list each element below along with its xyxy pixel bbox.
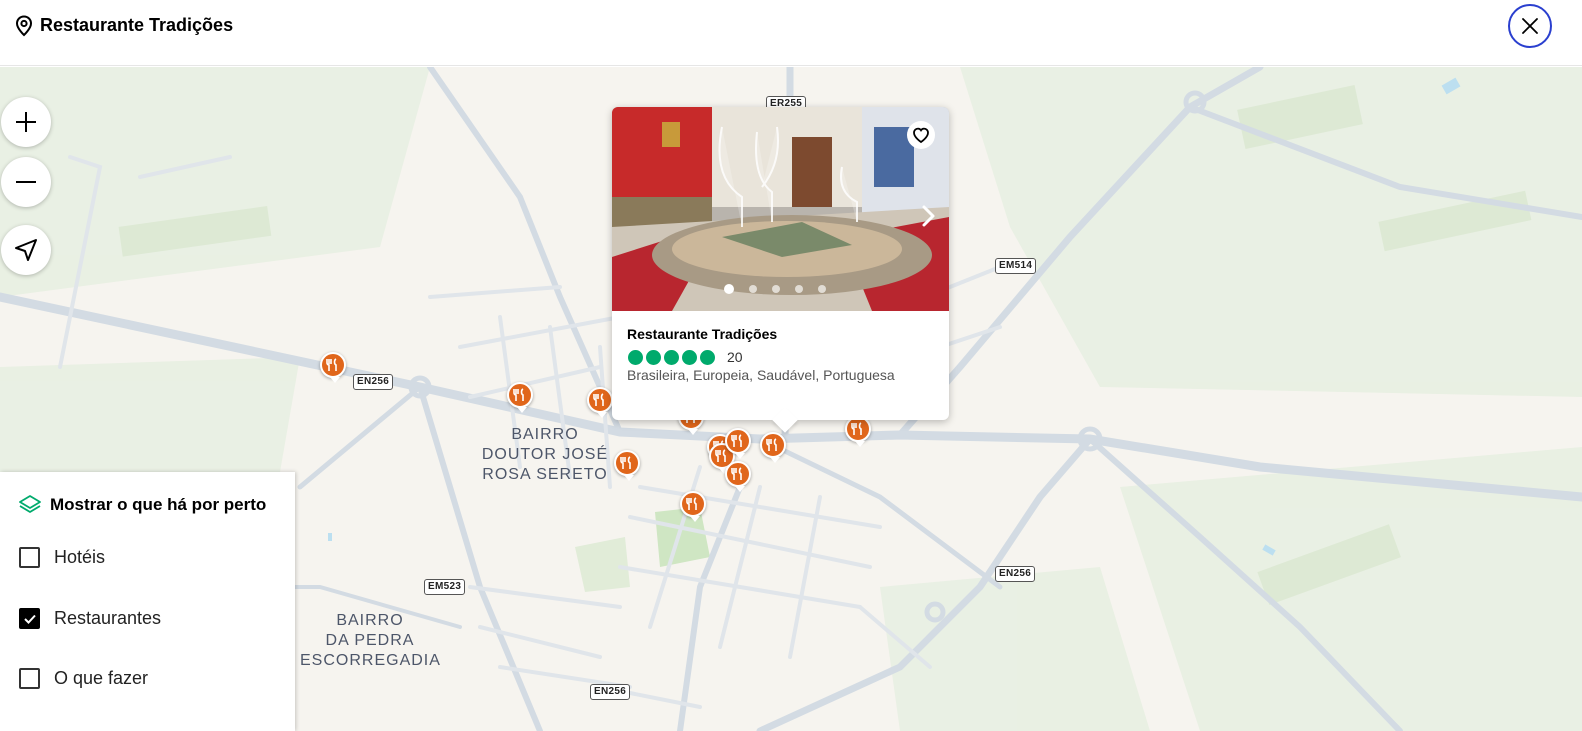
filter-option-label: Hotéis [54,547,106,567]
hotels-checkbox[interactable] [19,547,40,568]
fork-knife-icon [620,456,631,469]
restaurant-photo[interactable] [612,107,949,311]
locate-me-button[interactable] [1,225,51,275]
photo-carousel-dots [724,284,826,294]
fork-knife-icon [731,434,742,447]
navigation-arrow-icon [15,239,37,261]
filter-option-things-to-do[interactable]: O que fazer [19,668,148,689]
checkmark-icon [23,614,36,624]
restaurant-pin[interactable] [507,382,533,413]
rating-bubble [682,349,697,365]
filter-option-label: O que fazer [54,668,149,688]
rating-bubble [664,349,679,365]
layers-icon [19,495,41,513]
restaurant-name-link[interactable]: Restaurante Tradições [627,326,777,342]
restaurant-pin[interactable] [725,428,751,459]
carousel-dot[interactable] [818,285,826,293]
fork-knife-icon [715,449,726,462]
things-to-do-checkbox[interactable] [19,668,40,689]
chevron-right-icon[interactable] [917,201,939,231]
carousel-dot[interactable] [724,284,734,294]
rating-bubbles: 20 [628,349,743,365]
fork-knife-icon [766,438,777,451]
heart-icon[interactable] [907,121,935,149]
carousel-dot[interactable] [795,285,803,293]
location-pin-icon [15,15,33,37]
close-icon [1522,18,1538,34]
fork-knife-icon [326,358,337,371]
area-label: BAIRRO DOUTOR JOSÉ ROSA SERETO [481,426,609,483]
plus-icon [16,112,36,132]
zoom-in-button[interactable] [1,97,51,147]
carousel-dot[interactable] [749,285,757,293]
restaurant-photo-image [612,107,949,311]
filter-option-label: Restaurantes [54,608,162,628]
road-label: EM523 [424,579,466,595]
nearby-panel-title: Mostrar o que há por perto [50,495,267,514]
fork-knife-icon [593,393,604,406]
fork-knife-icon [513,388,524,401]
minus-icon [16,181,36,183]
area-label: BAIRRO DA PEDRA ESCORREGADIA [300,612,441,669]
close-button[interactable] [1508,4,1552,48]
fork-knife-icon [731,467,742,480]
road-label: EN256 [995,566,1036,582]
nearby-filter-panel: Mostrar o que há por perto Hotéis Restau… [0,472,295,731]
fork-knife-icon [686,497,697,510]
rating-bubble [646,349,661,365]
fork-knife-icon [851,422,862,435]
cuisine-list: Brasileira, Europeia, Saudável, Portugue… [627,367,895,383]
review-count: 20 [727,349,743,365]
restaurant-pin[interactable] [760,432,786,463]
rating-bubble [700,349,715,365]
road-label: EN256 [590,684,631,700]
road-label: EM514 [995,258,1037,274]
restaurant-pin[interactable] [320,352,346,383]
place-popup-card[interactable]: Restaurante Tradições 20 Brasileira, Eur… [612,107,949,433]
carousel-dot[interactable] [772,285,780,293]
restaurant-pin[interactable] [587,387,613,418]
restaurant-pin[interactable] [614,450,640,481]
map-header: Restaurante Tradições [0,0,1582,66]
page-title: Restaurante Tradições [40,15,234,35]
filter-option-hotels[interactable]: Hotéis [19,547,105,568]
restaurants-checkbox[interactable] [19,608,40,629]
filter-option-restaurants[interactable]: Restaurantes [19,608,161,629]
rating-bubble [628,349,643,365]
zoom-out-button[interactable] [1,157,51,207]
restaurant-pin[interactable] [680,491,706,522]
road-label: EN256 [353,374,394,390]
restaurant-pin[interactable] [725,461,751,492]
